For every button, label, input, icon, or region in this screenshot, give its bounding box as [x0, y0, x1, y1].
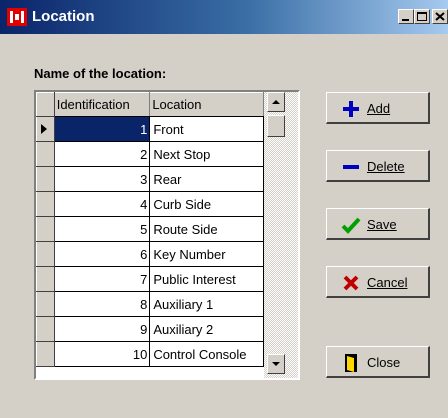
table-row[interactable]: 7 Public Interest [36, 266, 264, 292]
close-icon [435, 12, 445, 21]
location-window: Location Name of the location: Identific… [0, 0, 448, 418]
table-row[interactable]: 3 Rear [36, 166, 264, 192]
cell-identification[interactable]: 6 [53, 241, 151, 267]
cell-identification[interactable]: 4 [53, 191, 151, 217]
minus-icon [343, 165, 359, 169]
delete-button[interactable]: Delete [326, 150, 430, 182]
cell-identification[interactable]: 5 [53, 216, 151, 242]
scroll-down-button[interactable] [267, 354, 285, 374]
table-row[interactable]: 9 Auxiliary 2 [36, 316, 264, 342]
maximize-button[interactable] [414, 9, 430, 24]
save-button-label: Save [367, 217, 397, 232]
app-icon [7, 8, 27, 26]
cell-location[interactable]: Key Number [149, 241, 264, 267]
window-title: Location [32, 8, 95, 25]
row-selector[interactable] [36, 266, 55, 292]
cell-location[interactable]: Curb Side [149, 191, 264, 217]
location-grid[interactable]: Identification Location 1 Front 2 Next Stop… [34, 90, 300, 380]
scroll-up-button[interactable] [267, 92, 285, 112]
row-selector[interactable] [36, 241, 55, 267]
vertical-scrollbar[interactable] [264, 92, 298, 378]
close-button[interactable]: Close [326, 346, 430, 378]
cell-location[interactable]: Next Stop [149, 141, 264, 167]
row-selector[interactable] [36, 166, 55, 192]
table-row[interactable]: 10 Control Console [36, 341, 264, 367]
row-selector[interactable] [36, 216, 55, 242]
close-window-button[interactable] [432, 9, 448, 24]
save-button[interactable]: Save [326, 208, 430, 240]
delete-button-label: Delete [367, 159, 405, 174]
row-selector[interactable] [36, 116, 55, 142]
minimize-icon [402, 19, 409, 21]
cancel-button[interactable]: Cancel [326, 266, 430, 298]
location-table: Identification Location 1 Front 2 Next Stop… [36, 92, 264, 367]
arrow-down-icon [272, 362, 280, 366]
column-header-identification[interactable]: Identification [53, 92, 151, 117]
close-button-label: Close [367, 355, 401, 370]
cell-location[interactable]: Route Side [149, 216, 264, 242]
cell-identification[interactable]: 8 [53, 291, 151, 317]
cell-location[interactable]: Rear [149, 166, 264, 192]
maximize-icon [417, 12, 427, 21]
add-button-label: Add [367, 101, 391, 116]
table-row[interactable]: 4 Curb Side [36, 191, 264, 217]
cell-identification[interactable]: 1 [53, 116, 151, 142]
row-selector[interactable] [36, 141, 55, 167]
cell-location[interactable]: Public Interest [149, 266, 264, 292]
cell-identification[interactable]: 7 [53, 266, 151, 292]
column-header-location[interactable]: Location [149, 92, 264, 117]
cell-identification[interactable]: 3 [53, 166, 151, 192]
door-icon [345, 354, 357, 372]
row-selector[interactable] [36, 191, 55, 217]
minimize-button[interactable] [398, 9, 414, 24]
table-row[interactable]: 5 Route Side [36, 216, 264, 242]
current-row-pointer-icon [41, 124, 47, 134]
scroll-thumb[interactable] [267, 115, 285, 137]
table-row[interactable]: 6 Key Number [36, 241, 264, 267]
row-selector[interactable] [36, 341, 55, 367]
location-caption: Name of the location: [34, 66, 167, 81]
x-icon [343, 275, 359, 291]
cell-location[interactable]: Control Console [149, 341, 264, 367]
add-button[interactable]: Add [326, 92, 430, 124]
cell-identification[interactable]: 2 [53, 141, 151, 167]
row-selector[interactable] [36, 316, 55, 342]
plus-icon [343, 101, 359, 117]
table-row[interactable]: 2 Next Stop [36, 141, 264, 167]
grid-header-row: Identification Location [36, 92, 264, 117]
cell-identification[interactable]: 10 [53, 341, 151, 367]
cell-identification[interactable]: 9 [53, 316, 151, 342]
cell-location[interactable]: Front [149, 116, 264, 142]
arrow-up-icon [272, 100, 280, 104]
checkmark-icon [341, 217, 361, 234]
table-row[interactable]: 8 Auxiliary 1 [36, 291, 264, 317]
cell-location[interactable]: Auxiliary 1 [149, 291, 264, 317]
cancel-button-label: Cancel [367, 275, 408, 290]
table-row[interactable]: 1 Front [36, 116, 264, 142]
grid-corner [36, 92, 55, 117]
title-bar[interactable]: Location [0, 0, 448, 34]
row-selector[interactable] [36, 291, 55, 317]
grid-body: 1 Front 2 Next Stop 3 Rear 4 Curb Side 5 Route Si… [36, 116, 264, 367]
cell-location[interactable]: Auxiliary 2 [149, 316, 264, 342]
